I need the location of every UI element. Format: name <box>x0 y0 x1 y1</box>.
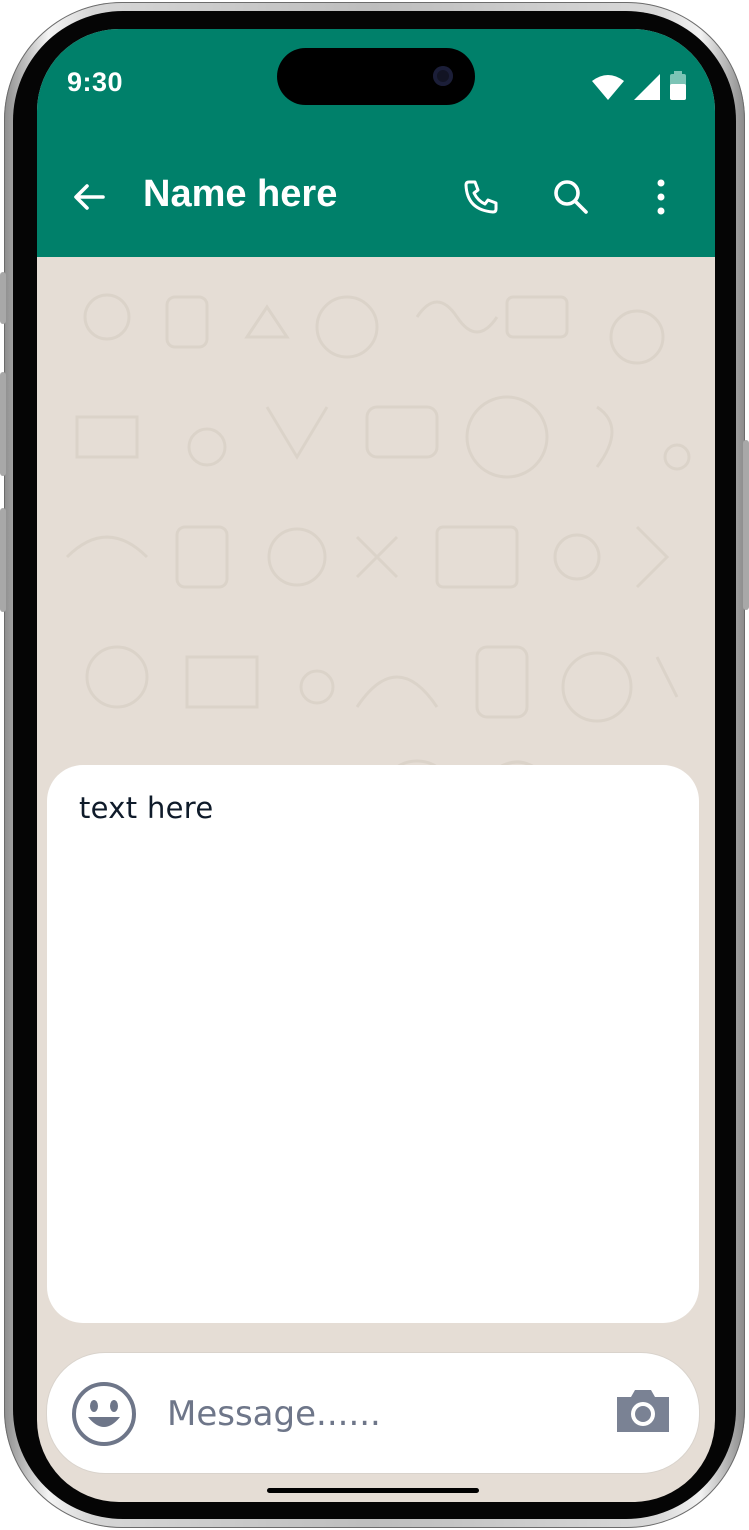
search-icon[interactable] <box>551 177 591 217</box>
message-text: text here <box>79 791 214 825</box>
cellular-signal-icon <box>634 74 660 100</box>
emoji-icon[interactable] <box>71 1381 137 1447</box>
volume-down-button <box>0 508 6 612</box>
more-vert-icon[interactable] <box>641 177 681 217</box>
camera-icon[interactable] <box>613 1387 673 1435</box>
status-icons <box>591 71 687 101</box>
message-bubble: text here <box>47 765 699 1323</box>
message-composer <box>47 1353 699 1473</box>
front-camera <box>433 66 453 86</box>
wifi-icon <box>592 75 624 100</box>
phone-icon[interactable] <box>461 177 501 217</box>
dynamic-island <box>277 48 475 105</box>
home-indicator[interactable] <box>267 1488 479 1493</box>
power-button <box>743 440 749 610</box>
battery-icon <box>670 71 686 100</box>
volume-up-button <box>0 372 6 476</box>
status-time: 9:30 <box>67 67 124 97</box>
back-arrow-icon[interactable] <box>69 177 109 217</box>
contact-name[interactable]: Name here <box>143 173 337 216</box>
chat-header: 9:30 Name here <box>37 29 715 257</box>
phone-screen: 9:30 Name here text here Message...... <box>37 29 715 1502</box>
message-input[interactable] <box>165 1383 589 1445</box>
action-button <box>0 272 6 324</box>
